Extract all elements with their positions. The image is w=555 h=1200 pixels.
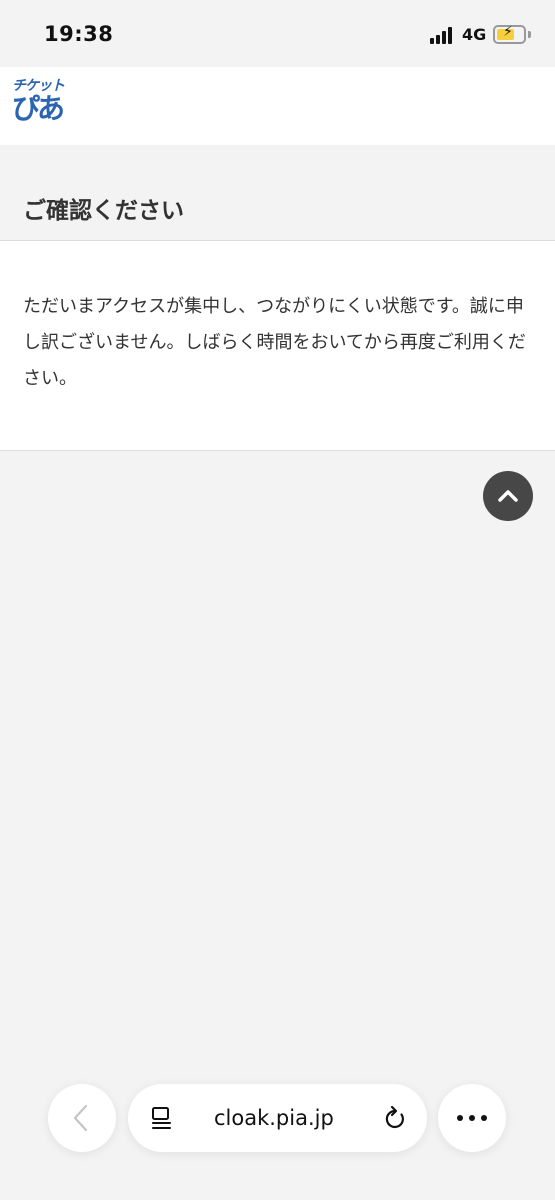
chevron-left-icon [73,1104,88,1132]
back-button[interactable] [48,1084,116,1152]
page: 19:38 4G ⚡ チケット ぴあ ご確認ください ただいまアクセスが集中し、… [0,0,555,1200]
network-type: 4G [462,25,487,44]
message-text: ただいまアクセスが集中し、つながりにくい状態です。誠に申し訳ございません。しばら… [23,296,526,389]
more-button[interactable] [438,1084,506,1152]
message-box: ただいまアクセスが集中し、つながりにくい状態です。誠に申し訳ございません。しばら… [0,241,555,451]
title-section: ご確認ください [0,145,555,241]
signal-icon [430,27,456,44]
chevron-up-icon [498,490,518,502]
page-title: ご確認ください [23,198,184,224]
site-header: チケット ぴあ [0,67,555,145]
reload-icon[interactable] [383,1105,407,1131]
logo-bottom-text: ぴあ [12,92,65,125]
address-bar[interactable]: cloak.pia.jp [128,1084,427,1152]
more-icon [457,1115,487,1121]
status-bar: 19:38 4G ⚡ [0,0,555,67]
scroll-to-top-button[interactable] [483,471,533,521]
battery-icon: ⚡ [493,24,526,44]
battery-tip [528,31,531,38]
status-time: 19:38 [44,22,114,46]
page-menu-icon[interactable] [150,1106,174,1130]
url-text[interactable]: cloak.pia.jp [214,1106,334,1130]
ticket-pia-logo[interactable]: チケット ぴあ [12,79,74,135]
